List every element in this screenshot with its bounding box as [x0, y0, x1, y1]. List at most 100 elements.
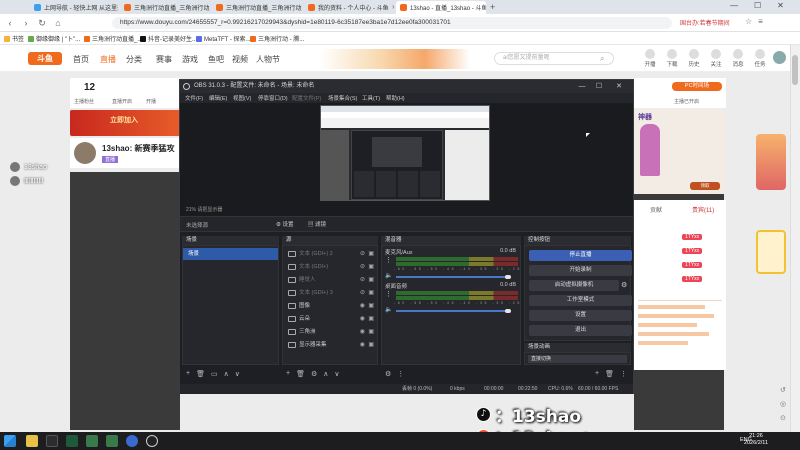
side-ad-1[interactable]: [756, 134, 786, 190]
menu-icon[interactable]: ☆≡: [745, 17, 769, 26]
gear-icon[interactable]: ⚙: [311, 370, 317, 378]
remove-icon[interactable]: 🗑: [296, 370, 305, 378]
lock-icon[interactable]: ▣: [368, 326, 374, 338]
obs-icon[interactable]: [146, 435, 158, 447]
volume-slider-fill[interactable]: [396, 310, 509, 312]
source-item[interactable]: 文本 (GDI+) 2 ⊘ ▣: [283, 248, 377, 260]
lock-icon[interactable]: ▣: [368, 274, 374, 286]
tab-vip[interactable]: 贵宾(11): [692, 205, 714, 214]
window-controls[interactable]: —☐✕: [730, 1, 800, 10]
eye-hidden-icon[interactable]: ⊘: [360, 274, 365, 286]
gear-icon[interactable]: ⚙: [385, 370, 391, 378]
menu-tools[interactable]: 工具(T): [362, 94, 380, 102]
home-icon[interactable]: ⌂: [52, 17, 64, 29]
forward-icon[interactable]: ›: [20, 17, 32, 29]
bookmark-item[interactable]: 书签: [4, 34, 24, 43]
tab-profile[interactable]: 我的资料 - 个人中心 - 斗鱼✕: [304, 1, 394, 14]
maximize-icon[interactable]: ☐: [592, 80, 606, 93]
volume-slider-fill[interactable]: [396, 276, 509, 278]
video-player[interactable]: [70, 172, 180, 430]
tab-douyu-2[interactable]: 三角洲行动直播_三角洲行动直播✕: [212, 1, 302, 14]
source-item[interactable]: 睡觉人 ⊘ ▣: [283, 274, 377, 286]
event-banner[interactable]: 立即加入: [70, 110, 182, 136]
browser-icon[interactable]: [126, 435, 138, 447]
up-icon[interactable]: ∧: [323, 370, 328, 378]
menu-scene-collection[interactable]: 场景集合(S): [328, 94, 357, 102]
nav-games[interactable]: 游戏: [182, 54, 198, 65]
nav-video[interactable]: 视频: [232, 54, 248, 65]
tab-13shao[interactable]: 13shao - 直播_13shao - 斗鱼✕: [396, 1, 486, 14]
eye-hidden-icon[interactable]: ⊘: [360, 287, 365, 299]
douyu-logo[interactable]: 斗鱼: [28, 52, 62, 65]
gear-icon[interactable]: ⚙: [621, 281, 627, 289]
more-icon[interactable]: ⋮: [620, 370, 627, 378]
scene-item[interactable]: 场景: [183, 248, 278, 260]
eye-icon[interactable]: ◉: [360, 339, 365, 351]
news-ticker[interactable]: 国台办:若春节期间: [680, 18, 730, 27]
gift-banner[interactable]: 神器 领取: [634, 110, 726, 194]
volume-slider-knob[interactable]: [505, 309, 512, 313]
claim-button[interactable]: 领取: [690, 182, 720, 190]
back-icon[interactable]: ‹: [4, 17, 16, 29]
close-icon[interactable]: ✕: [612, 80, 626, 93]
new-tab-button[interactable]: +: [490, 2, 495, 12]
up-icon[interactable]: ∧: [224, 370, 229, 378]
nav-people[interactable]: 人物节: [256, 54, 280, 65]
source-item[interactable]: 三角洲 ◉ ▣: [283, 326, 377, 338]
menu-profile[interactable]: 配置文件(P): [292, 94, 321, 102]
source-item[interactable]: 显示器采集 ◉ ▣: [283, 339, 377, 351]
search-input[interactable]: ai您愿又提前量呢: [494, 52, 614, 65]
filter-icon[interactable]: ▭: [211, 370, 218, 378]
app-icon[interactable]: [86, 435, 98, 447]
minimize-icon[interactable]: —: [575, 80, 589, 93]
remove-icon[interactable]: 🗑: [196, 370, 205, 378]
menu-docks[interactable]: 停靠窗口(D): [258, 94, 288, 102]
tab-contrib[interactable]: 贡献: [650, 205, 662, 214]
studio-mode-button[interactable]: 工作室模式: [529, 295, 632, 306]
start-recording-button[interactable]: 开始录制: [529, 265, 632, 276]
follow-icon[interactable]: 关注: [706, 49, 726, 68]
tab-douyu-1[interactable]: 三角洲行动直播_三角洲行动直播...✕: [120, 1, 210, 14]
volume-slider-knob[interactable]: [505, 275, 512, 279]
nav-events[interactable]: 赛事: [156, 54, 172, 65]
settings-button[interactable]: 设置: [529, 310, 632, 321]
eye-icon[interactable]: ◉: [360, 300, 365, 312]
down-icon[interactable]: ∨: [334, 370, 339, 378]
source-item[interactable]: 文本 (GDI+) 3 ⊘ ▣: [283, 287, 377, 299]
url-input[interactable]: https://www.douyu.com/24655557_r=0.99216…: [112, 17, 672, 29]
add-icon[interactable]: +: [286, 370, 290, 378]
task-icon[interactable]: 任务: [750, 49, 770, 68]
source-item[interactable]: 图像 ◉ ▣: [283, 300, 377, 312]
nav-category[interactable]: 分类: [126, 54, 142, 65]
more-icon[interactable]: ⋮: [397, 370, 404, 378]
menu-help[interactable]: 帮助(H): [386, 94, 405, 102]
menu-view[interactable]: 视图(V): [233, 94, 251, 102]
pc-badge[interactable]: PC时间场: [672, 82, 722, 91]
eye-hidden-icon[interactable]: ⊘: [360, 261, 365, 273]
refresh-icon[interactable]: ↻: [36, 17, 48, 29]
close-icon[interactable]: ✕: [392, 4, 394, 11]
lock-icon[interactable]: ▣: [368, 339, 374, 351]
source-item[interactable]: 云朵 ◉ ▣: [283, 313, 377, 325]
search-icon[interactable]: ⌕: [600, 54, 604, 64]
clock[interactable]: 21:26 2026/2/11: [744, 433, 768, 447]
filters-button[interactable]: ▤ 滤镜: [308, 220, 326, 228]
bookmark-item[interactable]: 三角洲行动直播_...: [84, 34, 142, 43]
bookmark-item[interactable]: 抖音-记录美好生...: [140, 34, 197, 43]
download-icon[interactable]: 下载: [662, 49, 682, 68]
avatar[interactable]: [773, 51, 786, 64]
app-icon[interactable]: [106, 435, 118, 447]
app-icon[interactable]: [66, 435, 78, 447]
remove-icon[interactable]: 🗑: [605, 370, 614, 378]
header-banner[interactable]: [320, 49, 470, 69]
nav-yuba[interactable]: 鱼吧: [208, 54, 224, 65]
start-icon[interactable]: [4, 435, 16, 447]
source-item[interactable]: 文本 (GDI+) ⊘ ▣: [283, 261, 377, 273]
speaker-icon[interactable]: 🔈: [385, 272, 392, 279]
mixer-menu-icon[interactable]: ⋮: [385, 290, 392, 298]
start-virtualcam-button[interactable]: 启动虚拟摄像机: [529, 280, 619, 291]
menu-file[interactable]: 文件(F): [185, 94, 203, 102]
lock-icon[interactable]: ▣: [368, 300, 374, 312]
scrollbar-thumb[interactable]: [792, 55, 798, 85]
bookmark-item[interactable]: 御缘御缘 | "卜"...: [28, 34, 80, 43]
